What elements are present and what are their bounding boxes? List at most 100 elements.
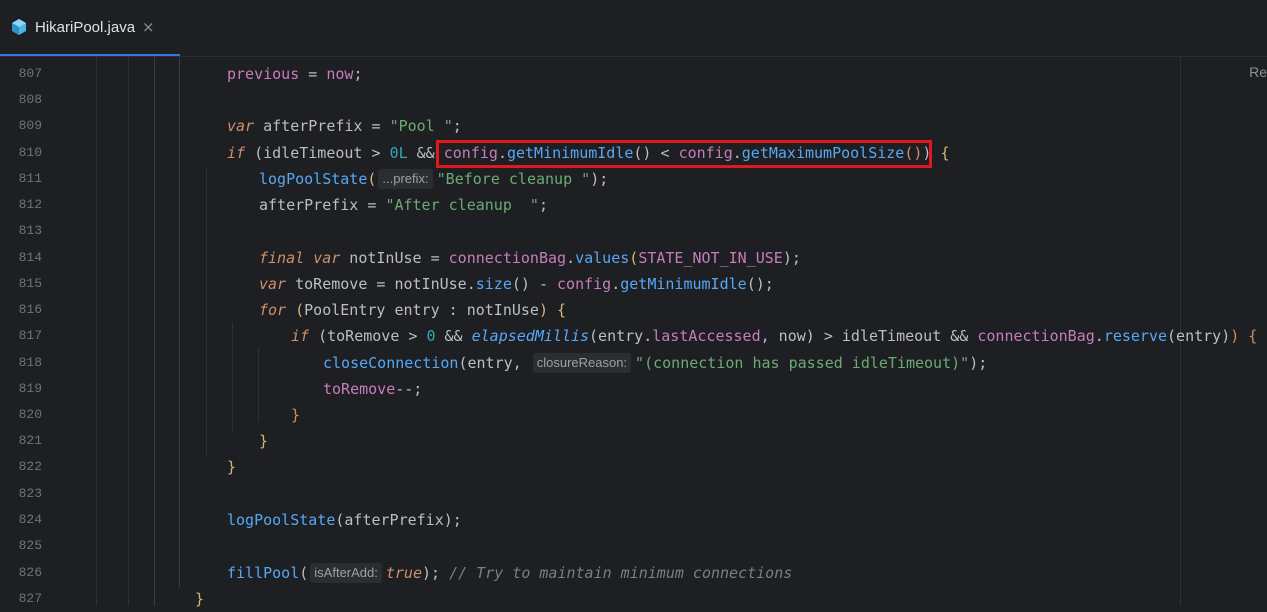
line-number: 820	[18, 407, 42, 422]
code-token: toRemove	[323, 380, 396, 398]
line-number: 810	[18, 145, 42, 160]
code-token: }	[195, 590, 205, 608]
code-token: for	[259, 301, 287, 319]
indent-guide	[96, 57, 97, 606]
code-token: )	[538, 301, 548, 319]
code-token: "(connection has passed idleTimeout)"	[635, 354, 970, 372]
code-token: var	[227, 117, 255, 135]
code-token: );	[782, 249, 801, 267]
code-token: .	[566, 249, 576, 267]
line-number: 827	[18, 591, 42, 606]
code-editor[interactable]: 807 808 809 810 811 812 813 814 815 816 …	[0, 57, 1267, 608]
code-token: 0L	[389, 144, 408, 162]
line-number: 821	[18, 433, 42, 448]
highlight-annotation-box	[436, 140, 932, 168]
line-number-gutter: 807 808 809 810 811 812 813 814 815 816 …	[0, 57, 96, 606]
line-number: 822	[18, 459, 42, 474]
line-number: 807	[18, 66, 42, 81]
line-number: 812	[18, 197, 42, 212]
code-token: , now) > idleTimeout &&	[760, 327, 978, 345]
code-token: ();	[746, 275, 774, 293]
code-token: (	[629, 249, 639, 267]
code-token: &&	[435, 327, 472, 345]
code-token: .	[611, 275, 621, 293]
reader-mode-label[interactable]: Re	[1249, 64, 1267, 80]
code-token: entry : notInUse	[385, 301, 539, 319]
line-number: 818	[18, 355, 42, 370]
line-number: 814	[18, 250, 42, 265]
code-token: getMinimumIdle	[620, 275, 747, 293]
code-token: "After cleanup "	[385, 196, 539, 214]
code-line-812: afterPrefix = "After cleanup ";	[259, 192, 548, 218]
code-token: connectionBag	[448, 249, 567, 267]
close-icon[interactable]: ×	[142, 18, 155, 36]
indent-guide	[232, 322, 233, 432]
code-line-827: }	[195, 586, 204, 612]
code-token: }	[291, 406, 301, 424]
code-token: previous	[227, 65, 300, 83]
code-line-811: logPoolState(...prefix: "Before cleanup "…	[259, 166, 608, 192]
line-number: 823	[18, 486, 42, 501]
line-number: 824	[18, 512, 42, 527]
code-line-824: logPoolState(afterPrefix);	[227, 507, 462, 533]
code-token: (	[286, 301, 305, 319]
code-token: now	[326, 65, 354, 83]
code-token: afterPrefix =	[254, 117, 390, 135]
code-token: ;	[353, 65, 363, 83]
code-line-817: if (toRemove > 0 && elapsedMillis(entry.…	[291, 323, 1257, 349]
code-token: if	[227, 144, 246, 162]
code-token: ;	[452, 117, 462, 135]
code-token: lastAccessed	[652, 327, 761, 345]
indent-guide	[154, 57, 155, 606]
code-token: "Pool "	[389, 117, 453, 135]
code-token: if	[291, 327, 310, 345]
code-token: }	[227, 458, 237, 476]
code-token: reserve	[1103, 327, 1168, 345]
code-line-815: var toRemove = notInUse.size() - config.…	[259, 271, 774, 297]
tab-hikaripool-java[interactable]: HikariPool.java ×	[0, 0, 180, 56]
code-token: STATE_NOT_IN_USE	[638, 249, 783, 267]
code-token: elapsedMillis	[471, 327, 590, 345]
code-token: (entry)	[1167, 327, 1231, 345]
code-token: toRemove = notInUse.	[286, 275, 476, 293]
code-token: var	[313, 249, 341, 267]
code-token: size	[475, 275, 512, 293]
editor-tab-bar: HikariPool.java ×	[0, 0, 1267, 57]
code-line-814: final var notInUse = connectionBag.value…	[259, 245, 801, 271]
code-line-826: fillPool(isAfterAdd: true); // Try to mai…	[227, 560, 792, 586]
code-token: var	[259, 275, 287, 293]
code-token: ;	[538, 196, 548, 214]
line-number: 825	[18, 538, 42, 553]
code-token: );	[422, 564, 450, 582]
code-token: );	[590, 170, 609, 188]
parameter-hint: closureReason:	[532, 353, 632, 373]
code-token: () -	[511, 275, 558, 293]
line-number: 809	[18, 118, 42, 133]
code-token: )	[1230, 327, 1240, 345]
code-token: true	[385, 564, 422, 582]
code-token: --;	[395, 380, 423, 398]
line-number: 808	[18, 92, 42, 107]
indent-guide	[258, 347, 259, 422]
java-file-icon	[9, 17, 29, 37]
code-token: (idleTimeout >	[245, 144, 390, 162]
code-token: logPoolState	[259, 170, 368, 188]
line-number: 816	[18, 302, 42, 317]
code-line-807: previous = now;	[227, 61, 362, 87]
line-number: 819	[18, 381, 42, 396]
line-number: 815	[18, 276, 42, 291]
code-token: logPoolState	[227, 511, 336, 529]
code-token: final	[259, 249, 305, 267]
code-line-819: toRemove--;	[323, 376, 422, 402]
parameter-hint: isAfterAdd:	[310, 563, 382, 583]
code-line-809: var afterPrefix = "Pool ";	[227, 113, 462, 139]
code-line-822: }	[227, 454, 236, 480]
indent-guide	[206, 167, 207, 457]
code-token: }	[259, 432, 269, 450]
code-line-818: closeConnection(entry, closureReason: "(c…	[323, 350, 987, 376]
code-token: PoolEntry	[304, 301, 386, 319]
code-line-820: }	[291, 402, 300, 428]
code-token: connectionBag	[977, 327, 1095, 345]
code-token: =	[299, 65, 327, 83]
line-number: 817	[18, 328, 42, 343]
